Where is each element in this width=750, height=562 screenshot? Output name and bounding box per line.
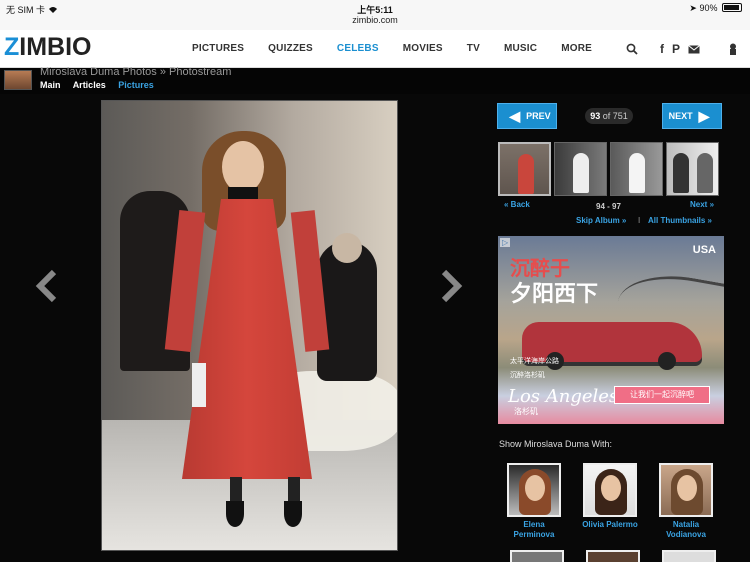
adchoices-icon[interactable]: ▷: [500, 238, 511, 247]
nav-more[interactable]: MORE: [561, 43, 592, 54]
link-separator: I: [638, 216, 641, 225]
nav-icons: f P: [626, 42, 738, 56]
celeb-card[interactable]: Natalia Vodianova: [654, 463, 718, 540]
nav-quizzes[interactable]: QUIZZES: [268, 43, 313, 54]
nav-pictures[interactable]: PICTURES: [192, 43, 244, 54]
next-button[interactable]: NEXT ▶: [662, 103, 722, 129]
related-heading: Show Miroslava Duma With:: [499, 439, 613, 449]
location-icon: ➤: [689, 3, 697, 13]
photo-counter: 93 of 751: [585, 108, 633, 124]
thumbnail[interactable]: [498, 142, 551, 196]
chevron-left-icon[interactable]: [34, 268, 58, 304]
all-thumbnails-link[interactable]: All Thumbnails »: [648, 216, 712, 225]
user-icon[interactable]: [728, 43, 738, 55]
ad-brand: Los Angeles: [508, 386, 619, 407]
main-nav: PICTURES QUIZZES CELEBS MOVIES TV MUSIC …: [192, 43, 616, 54]
celeb-card[interactable]: Olivia Palermo: [578, 463, 642, 530]
battery-status: ➤ 90%: [689, 3, 742, 14]
next-thumbs-link[interactable]: Next »: [690, 200, 714, 209]
nav-celebs[interactable]: CELEBS: [337, 43, 379, 54]
main-photo[interactable]: [101, 100, 398, 551]
ad-text: 沉醉洛杉矶: [510, 372, 545, 379]
prev-button[interactable]: ◀ PREV: [497, 103, 557, 129]
avatar[interactable]: [586, 550, 640, 562]
avatar[interactable]: [510, 550, 564, 562]
battery-icon: [722, 3, 742, 12]
avatar[interactable]: [662, 550, 716, 562]
nav-music[interactable]: MUSIC: [504, 43, 537, 54]
mail-icon[interactable]: [688, 44, 700, 54]
avatar[interactable]: [583, 463, 637, 517]
ios-status-bar: 无 SIM 卡 上午5:11 zimbio.com ➤ 90%: [0, 0, 750, 30]
avatar[interactable]: [507, 463, 561, 517]
arrow-right-icon: ▶: [698, 108, 710, 124]
thumbnail[interactable]: [666, 142, 719, 196]
skip-album-link[interactable]: Skip Album »: [576, 216, 626, 225]
ad-usa-logo: USA: [692, 244, 716, 256]
tab-main[interactable]: Main: [40, 80, 61, 90]
tab-pictures[interactable]: Pictures: [118, 80, 154, 90]
celeb-name[interactable]: Natalia Vodianova: [654, 520, 718, 540]
celeb-card[interactable]: Elena Perminova: [502, 463, 566, 540]
thumb-range: 94 - 97: [596, 202, 621, 211]
chevron-right-icon[interactable]: [440, 268, 464, 304]
arrow-left-icon: ◀: [509, 108, 521, 124]
zimbio-logo[interactable]: ZIMBIO: [4, 33, 92, 62]
address-bar-url[interactable]: zimbio.com: [0, 15, 750, 25]
thumbnail[interactable]: [554, 142, 607, 196]
ad-cta-button[interactable]: 让我们一起沉醉吧: [614, 386, 710, 404]
thumbnail-strip: [498, 142, 719, 196]
profile-thumbnail[interactable]: [4, 70, 32, 90]
tab-articles[interactable]: Articles: [73, 80, 106, 90]
celeb-name[interactable]: Elena Perminova: [502, 520, 566, 540]
facebook-icon[interactable]: f: [660, 42, 664, 56]
pinterest-icon[interactable]: P: [672, 42, 680, 56]
ad-text: 太平洋海岸公路: [510, 358, 559, 365]
ad-brand-cn: 洛杉矶: [514, 407, 538, 416]
nav-movies[interactable]: MOVIES: [403, 43, 443, 54]
avatar[interactable]: [659, 463, 713, 517]
ad-subheadline: 夕阳西下: [510, 281, 599, 306]
sub-tabs: Main Articles Pictures: [40, 80, 164, 90]
breadcrumb[interactable]: Miroslava Duma Photos » Photostream: [40, 66, 231, 78]
back-link[interactable]: « Back: [504, 200, 530, 209]
celeb-name[interactable]: Olivia Palermo: [578, 520, 642, 530]
advertisement[interactable]: ▷ USA 沉醉于 夕阳西下 太平洋海岸公路 沉醉洛杉矶 Los Angeles…: [498, 236, 724, 424]
thumbnail[interactable]: [610, 142, 663, 196]
search-icon[interactable]: [626, 43, 638, 55]
nav-tv[interactable]: TV: [467, 43, 480, 54]
site-navbar: ZIMBIO PICTURES QUIZZES CELEBS MOVIES TV…: [0, 30, 750, 68]
